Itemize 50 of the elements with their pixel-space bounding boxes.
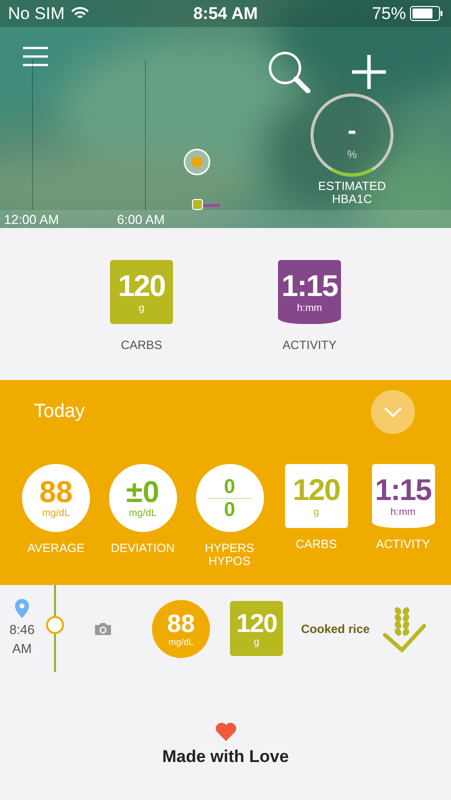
tile-unit: g [313,506,320,518]
tile-unit: g [138,302,144,314]
glucose-value: 88 [167,610,195,636]
tile-label: ACTIVITY [282,338,336,352]
hypers-count: 0 [224,476,236,498]
glucose-marker[interactable] [183,148,211,176]
location-pin-icon [15,599,29,618]
carbs-activity-marker[interactable] [192,199,221,211]
tile-value: 1:15 [281,270,338,302]
battery-label: 75% [372,4,406,24]
tile-unit: h:mm [297,302,322,314]
food-name: Cooked rice [301,622,370,636]
section-title: Today [34,401,85,423]
camera-icon[interactable] [94,622,112,636]
entry-time: 8:46 AM [9,621,35,658]
menu-icon[interactable] [22,46,49,67]
tile-value: 120 [118,270,166,302]
add-icon[interactable] [351,54,387,90]
heart-icon [214,722,236,741]
hypos-count: 0 [224,498,236,520]
clock: 8:54 AM [192,4,259,24]
search-icon[interactable] [267,50,311,93]
stat-unit: mg/dL [42,508,70,519]
hba1c-value: - [348,115,356,146]
stat-value: ±0 [126,477,160,508]
stat-label: DEVIATION [110,542,175,555]
carrier-label: No SIM [8,4,65,24]
hba1c-unit: % [347,149,357,161]
stat-unit: mg/dL [128,508,157,519]
chevron-down-icon [384,407,402,417]
battery-icon [410,6,443,21]
tile-value: 1:15 [374,474,432,506]
glucose-unit: mg/dL [168,636,194,646]
stat-label: AVERAGE [27,542,85,555]
hba1c-label: ESTIMATED HBA1C [318,180,386,206]
footer-text: Made with Love [162,747,289,767]
stat-value: 88 [39,477,73,508]
stat-label: ACTIVITY [376,538,430,551]
stat-label: CARBS [296,538,337,551]
tile-value: 120 [292,474,340,506]
tile-label: CARBS [120,338,162,352]
timeline-node [46,616,64,634]
tile-unit: h:mm [390,506,416,518]
tile-value: 120 [236,609,277,637]
time-axis-label: 6:00 AM [117,212,165,227]
wifi-icon [70,7,89,20]
grain-check-icon [382,604,426,652]
tile-unit: g [254,637,260,648]
time-axis-label: 12:00 AM [4,212,59,227]
stat-label: HYPERS HYPOS [204,542,254,568]
